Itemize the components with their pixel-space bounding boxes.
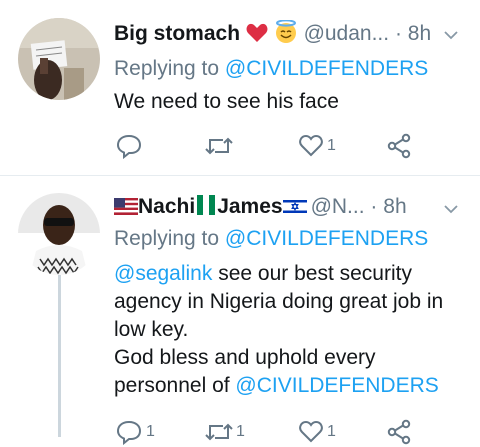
replying-to-link[interactable]: @CIVILDEFENDERS [225,227,428,250]
display-name[interactable]: Nachi [138,195,195,218]
tweet-text: @segalink see our best security agency i… [114,260,460,400]
share-icon [387,133,411,159]
mention-link[interactable]: @segalink [114,262,212,285]
reply-button[interactable]: 1 [116,417,155,447]
reply-icon [116,420,142,445]
separator-dot: · [370,195,378,218]
tweet-1[interactable]: Big stomach @udan... · 8h Replying to @C… [0,0,480,175]
tweet-text: We need to see his face [114,90,339,113]
action-bar: 1 [114,131,444,161]
timestamp[interactable]: 8h [408,22,431,45]
replying-to-link[interactable]: @CIVILDEFENDERS [225,57,428,80]
israel-flag-icon [282,197,307,221]
share-button[interactable] [386,131,412,161]
heart-icon [299,134,323,157]
like-button[interactable]: 1 [298,417,336,447]
replying-to: Replying to @CIVILDEFENDERS [114,227,428,251]
chevron-down-icon[interactable] [442,26,460,44]
reply-icon [116,134,142,159]
like-button[interactable]: 1 [298,131,336,161]
share-button[interactable] [386,417,412,447]
replying-to-label: Replying to [114,227,220,250]
display-name-second[interactable]: James [217,195,282,218]
tweet-header: Big stomach @udan... · 8h [114,20,444,50]
thread-line [58,270,61,437]
share-icon [387,419,411,445]
heart-emoji-icon [246,23,268,49]
retweet-button[interactable]: 1 [204,417,245,447]
retweet-icon [205,423,233,441]
replying-to-label: Replying to [114,57,220,80]
timestamp[interactable]: 8h [383,195,406,218]
avatar-image [18,193,100,275]
handle[interactable]: @N... [311,195,365,218]
avatar[interactable] [18,18,100,100]
separator-dot: · [394,22,402,45]
retweet-count: 1 [236,423,245,440]
mention-link[interactable]: @CIVILDEFENDERS [235,374,438,397]
heart-icon [299,420,323,443]
reply-button[interactable] [116,131,142,161]
nigeria-flag-icon [197,195,216,221]
avatar-image [18,18,100,100]
like-count: 1 [327,137,336,154]
retweet-icon [205,137,233,155]
us-flag-icon [114,197,138,221]
avatar[interactable] [18,193,100,275]
reply-count: 1 [146,423,155,440]
handle[interactable]: @udan... [304,22,390,45]
smiling-halo-emoji-icon [274,20,298,50]
tweet-header: Nachi James @N... · 8h [114,195,444,221]
action-bar: 1 1 1 [114,417,444,447]
replying-to: Replying to @CIVILDEFENDERS [114,57,428,81]
tweet-2[interactable]: Nachi James @N... · 8h Replying to @CIVI… [0,176,480,445]
like-count: 1 [327,423,336,440]
display-name[interactable]: Big stomach [114,22,240,45]
retweet-button[interactable] [204,131,234,161]
chevron-down-icon[interactable] [442,200,460,218]
